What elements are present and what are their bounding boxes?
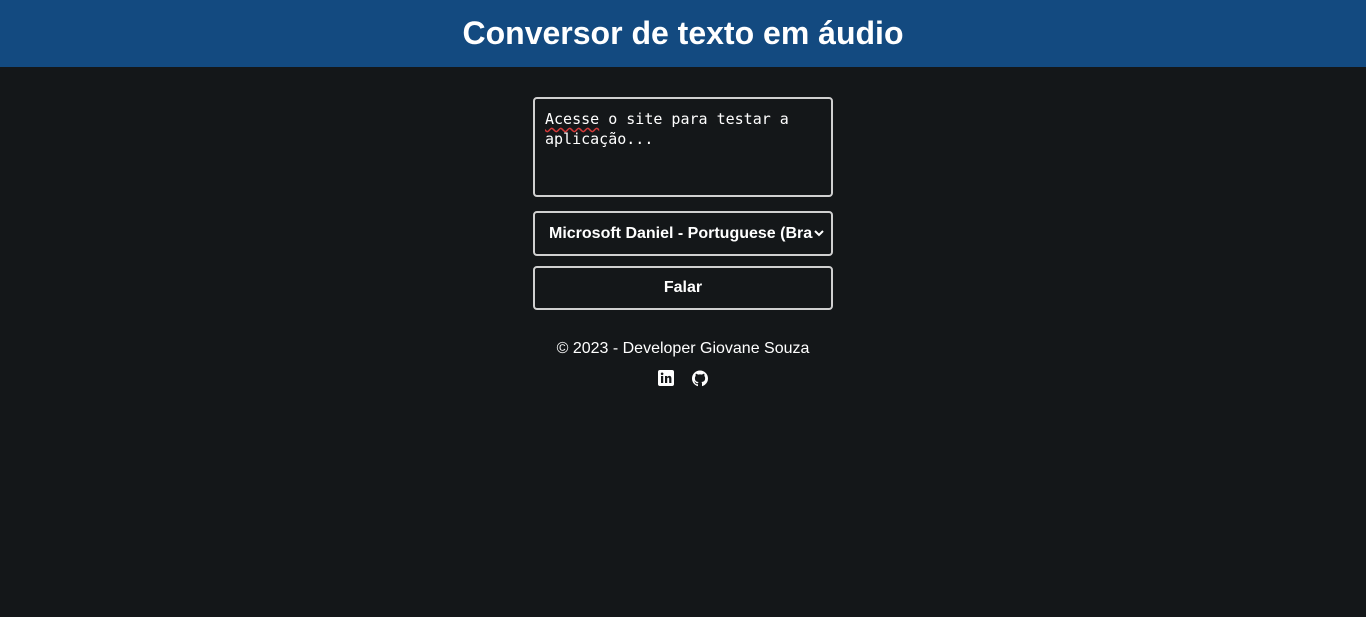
text-input[interactable]: Acesse o site para testar a aplicação... xyxy=(533,97,833,197)
page-title: Conversor de texto em áudio xyxy=(462,15,904,51)
text-input-first-word: Acesse xyxy=(545,110,600,128)
speak-button[interactable]: Falar xyxy=(533,266,833,310)
converter-form: Acesse o site para testar a aplicação...… xyxy=(533,97,833,386)
voice-select[interactable]: Microsoft Daniel - Portuguese (Brazil) xyxy=(533,211,833,256)
app-header: Conversor de texto em áudio xyxy=(0,0,1366,67)
linkedin-icon[interactable] xyxy=(657,370,674,386)
footer: © 2023 - Developer Giovane Souza xyxy=(556,340,810,386)
copyright-text: © 2023 - Developer Giovane Souza xyxy=(556,340,810,357)
github-icon[interactable] xyxy=(691,370,708,386)
social-links xyxy=(557,370,810,386)
chevron-down-icon xyxy=(813,228,825,240)
voice-select-value: Microsoft Daniel - Portuguese (Brazil) xyxy=(549,224,813,242)
